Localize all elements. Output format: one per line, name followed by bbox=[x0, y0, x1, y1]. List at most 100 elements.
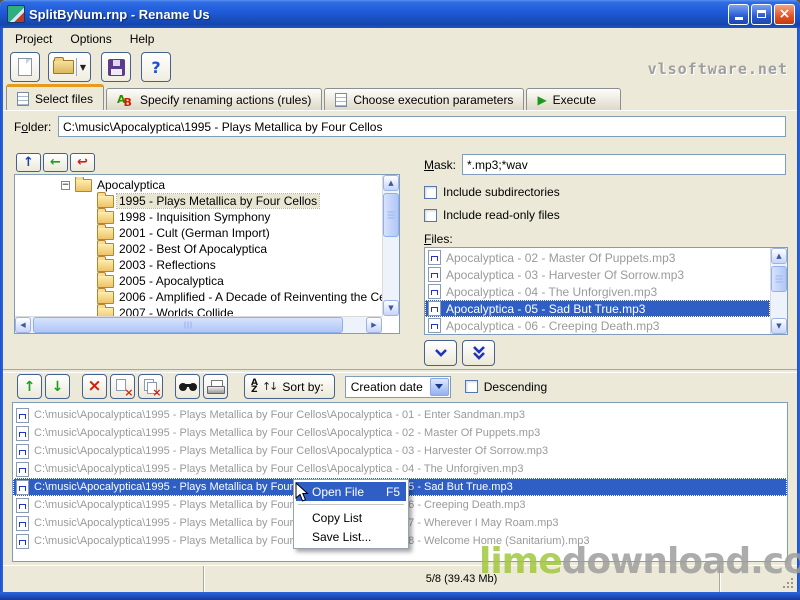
close-button[interactable]: × bbox=[774, 4, 795, 25]
tree-horizontal-scrollbar[interactable]: ◀ ▶ bbox=[15, 316, 382, 333]
tree-node-root[interactable]: Apocalyptica bbox=[15, 177, 382, 193]
move-up-button[interactable]: ↑ bbox=[17, 374, 42, 399]
parameters-icon bbox=[335, 93, 347, 107]
folder-icon bbox=[97, 291, 114, 304]
sort-by-button[interactable]: ↑↓ Sort by: bbox=[244, 374, 335, 399]
tab-renaming-actions[interactable]: Specify renaming actions (rules) bbox=[106, 88, 322, 110]
tree-vertical-scrollbar[interactable]: ▲ ▼ bbox=[382, 175, 399, 316]
folder-undo-button[interactable]: ↩ bbox=[70, 153, 95, 172]
scroll-thumb[interactable] bbox=[383, 193, 399, 237]
context-open-file[interactable]: Open File F5 bbox=[296, 482, 406, 501]
audio-file-icon bbox=[428, 318, 441, 333]
file-item[interactable]: Apocalyptica - 06 - Creeping Death.mp3 bbox=[425, 317, 770, 334]
remove-all-icon: × bbox=[143, 379, 159, 395]
include-subdirectories-row: Include subdirectories bbox=[424, 185, 560, 199]
tree-node[interactable]: 2007 - Worlds Collide bbox=[15, 305, 382, 316]
include-readonly-label: Include read-only files bbox=[443, 208, 560, 222]
collapse-toggle-icon[interactable] bbox=[61, 181, 70, 190]
menu-help[interactable]: Help bbox=[121, 29, 164, 49]
dropdown-arrow-icon[interactable] bbox=[430, 378, 449, 396]
audio-file-icon bbox=[16, 498, 29, 513]
folder-icon bbox=[97, 211, 114, 224]
find-button[interactable] bbox=[175, 374, 200, 399]
audio-file-icon bbox=[428, 250, 441, 265]
tab-execution-parameters[interactable]: Choose execution parameters bbox=[324, 88, 524, 110]
tab-select-files[interactable]: Select files bbox=[6, 84, 104, 110]
move-down-button[interactable]: ↓ bbox=[45, 374, 70, 399]
folder-icon bbox=[97, 195, 114, 208]
tree-node-selected[interactable]: 1995 - Plays Metallica by Four Cellos bbox=[15, 193, 382, 209]
list-item[interactable]: C:\music\Apocalyptica\1995 - Plays Metal… bbox=[13, 424, 787, 442]
tab-execute[interactable]: Execute bbox=[526, 88, 621, 110]
audio-file-icon bbox=[16, 480, 29, 495]
list-item[interactable]: C:\music\Apocalyptica\1995 - Plays Metal… bbox=[13, 442, 787, 460]
audio-file-icon bbox=[16, 516, 29, 531]
delete-button[interactable]: × bbox=[82, 374, 107, 399]
save-project-button[interactable] bbox=[101, 52, 131, 82]
scroll-up-icon[interactable]: ▲ bbox=[383, 175, 399, 191]
help-button[interactable] bbox=[141, 52, 171, 82]
app-icon bbox=[7, 5, 25, 23]
menu-project[interactable]: Project bbox=[6, 29, 61, 49]
status-panel-left bbox=[3, 566, 204, 592]
print-button[interactable] bbox=[203, 374, 228, 399]
tree-node[interactable]: 2003 - Reflections bbox=[15, 257, 382, 273]
open-dropdown-arrow-icon[interactable]: ▼ bbox=[76, 58, 86, 76]
context-menu: Open File F5 Copy List Save List... bbox=[293, 479, 409, 549]
open-project-button[interactable]: ▼ bbox=[48, 52, 91, 82]
scroll-up-icon[interactable]: ▲ bbox=[771, 248, 787, 264]
folder-up-button[interactable]: ↑ bbox=[16, 153, 41, 172]
list-item[interactable]: C:\music\Apocalyptica\1995 - Plays Metal… bbox=[13, 406, 787, 424]
rename-ab-icon bbox=[117, 94, 134, 105]
audio-file-icon bbox=[16, 426, 29, 441]
file-item[interactable]: Apocalyptica - 03 - Harvester Of Sorrow.… bbox=[425, 266, 770, 283]
remove-all-button[interactable]: × bbox=[138, 374, 163, 399]
new-document-icon bbox=[18, 58, 32, 76]
open-folder-icon bbox=[53, 60, 74, 74]
file-item[interactable]: Apocalyptica - 02 - Master Of Puppets.mp… bbox=[425, 249, 770, 266]
scroll-left-icon[interactable]: ◀ bbox=[15, 317, 31, 333]
binoculars-icon bbox=[179, 381, 197, 393]
scroll-thumb[interactable] bbox=[33, 317, 343, 333]
folder-tree: Apocalyptica 1995 - Plays Metallica by F… bbox=[14, 174, 400, 334]
files-list: Apocalyptica - 02 - Master Of Puppets.mp… bbox=[424, 247, 788, 335]
scroll-down-icon[interactable]: ▼ bbox=[383, 300, 399, 316]
delete-x-icon: × bbox=[87, 378, 101, 395]
add-all-button[interactable] bbox=[462, 340, 495, 366]
scroll-thumb[interactable] bbox=[771, 266, 787, 292]
mask-input[interactable] bbox=[462, 154, 786, 175]
scroll-down-icon[interactable]: ▼ bbox=[771, 318, 787, 334]
new-project-button[interactable] bbox=[10, 52, 40, 82]
tree-node[interactable]: 2005 - Apocalyptica bbox=[15, 273, 382, 289]
tree-node[interactable]: 2002 - Best Of Apocalyptica bbox=[15, 241, 382, 257]
context-copy-list[interactable]: Copy List bbox=[296, 508, 406, 527]
include-subdirectories-checkbox[interactable] bbox=[424, 186, 437, 199]
files-vertical-scrollbar[interactable]: ▲ ▼ bbox=[770, 248, 787, 334]
file-item[interactable]: Apocalyptica - 04 - The Unforgiven.mp3 bbox=[425, 283, 770, 300]
tree-node[interactable]: 1998 - Inquisition Symphony bbox=[15, 209, 382, 225]
context-save-list[interactable]: Save List... bbox=[296, 527, 406, 546]
scroll-right-icon[interactable]: ▶ bbox=[366, 317, 382, 333]
folder-icon bbox=[97, 275, 114, 288]
maximize-button[interactable] bbox=[751, 4, 772, 25]
folder-back-button[interactable]: ← bbox=[43, 153, 68, 172]
tree-node[interactable]: 2001 - Cult (German Import) bbox=[15, 225, 382, 241]
folder-path-input[interactable] bbox=[58, 116, 786, 137]
help-icon bbox=[151, 58, 160, 77]
add-selected-button[interactable] bbox=[424, 340, 457, 366]
tree-node[interactable]: 2006 - Amplified - A Decade of Reinventi… bbox=[15, 289, 382, 305]
floppy-disk-icon bbox=[108, 59, 125, 76]
include-readonly-checkbox[interactable] bbox=[424, 209, 437, 222]
menu-options[interactable]: Options bbox=[61, 29, 120, 49]
descending-checkbox[interactable] bbox=[465, 380, 478, 393]
maximize-icon bbox=[757, 10, 766, 18]
audio-file-icon bbox=[16, 534, 29, 549]
shortcut-label: F5 bbox=[386, 485, 400, 499]
list-item[interactable]: C:\music\Apocalyptica\1995 - Plays Metal… bbox=[13, 460, 787, 478]
minimize-button[interactable] bbox=[728, 4, 749, 25]
sort-field-dropdown[interactable]: Creation date bbox=[345, 376, 451, 398]
double-chevron-down-icon bbox=[471, 345, 487, 361]
file-item-selected[interactable]: Apocalyptica - 05 - Sad But True.mp3 bbox=[425, 300, 770, 317]
select-files-icon bbox=[17, 92, 29, 106]
remove-file-button[interactable]: × bbox=[110, 374, 135, 399]
